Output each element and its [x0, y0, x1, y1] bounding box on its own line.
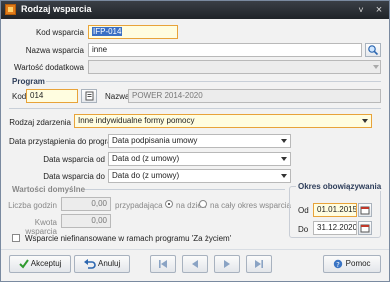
data-wsparcia-od-select[interactable]: Data od (z umowy) [108, 152, 291, 166]
svg-text:?: ? [337, 261, 341, 269]
data-wsparcia-do-select[interactable]: Data do (z umowy) [108, 169, 291, 183]
data-przystapienia-select[interactable]: Data podpisania umowy [108, 134, 291, 148]
close-button[interactable]: × [373, 4, 385, 16]
window-title: Rodzaj wsparcia [21, 4, 92, 14]
program-nazwa-input: POWER 2014-2020 [128, 89, 381, 103]
na-caly-okres-label: na cały okres wsparcia [210, 201, 291, 210]
akceptuj-label: Akceptuj [30, 259, 62, 268]
anuluj-button[interactable]: Anuluj [74, 255, 130, 273]
okres-do-input[interactable]: 31.12.2020 [313, 221, 357, 235]
program-kod-input[interactable]: 014 [26, 89, 78, 103]
okres-od-label: Od [298, 206, 309, 215]
previous-record-button[interactable] [182, 255, 208, 273]
chevron-down-icon [281, 139, 287, 143]
kod-wsparcia-input[interactable]: IFP-014 [88, 25, 178, 39]
data-przystapienia-value: Data podpisania umowy [112, 136, 198, 145]
pomoc-button[interactable]: ? Pomoc [323, 255, 381, 273]
document-icon [85, 91, 94, 101]
data-przystapienia-label: Data przystąpienia do programu [9, 137, 123, 146]
okres-od-input[interactable]: 01.01.2015 [313, 203, 357, 217]
data-wsparcia-do-label: Data wsparcia do [43, 172, 105, 181]
chevron-down-icon [373, 65, 379, 69]
kod-wsparcia-label: Kod wsparcia [35, 28, 84, 37]
bottom-divider [1, 249, 389, 250]
przypadajaca-label: przypadająca [115, 201, 163, 210]
help-icon: ? [334, 259, 343, 269]
data-wsparcia-od-label: Data wsparcia od [43, 155, 105, 164]
liczba-godzin-label: Liczba godzin [8, 201, 57, 210]
okres-group-title: Okres obowiązywania [296, 182, 384, 191]
wartosc-dodatkowa-select[interactable] [88, 60, 381, 74]
zdarzenie-divider [9, 108, 381, 109]
app-icon [5, 4, 16, 15]
program-kod-label: Kod [12, 92, 27, 101]
search-icon [368, 45, 379, 56]
okres-do-calendar-button[interactable] [358, 221, 372, 235]
checkmark-icon [18, 259, 29, 269]
pomoc-label: Pomoc [345, 259, 371, 268]
first-icon [159, 260, 167, 268]
previous-icon [192, 260, 198, 268]
chevron-down-icon [362, 119, 368, 123]
niefinansowane-checkbox[interactable] [12, 234, 20, 242]
rodzaj-zdarzenia-select[interactable]: Inne indywidualne formy pomocy [74, 114, 372, 128]
okres-od-calendar-button[interactable] [358, 203, 372, 217]
domyslne-divider [85, 189, 285, 190]
data-wsparcia-od-value: Data od (z umowy) [112, 154, 180, 163]
nazwa-wsparcia-label: Nazwa wsparcia [25, 46, 84, 55]
calendar-icon [360, 224, 370, 233]
okres-do-label: Do [298, 225, 309, 234]
search-button[interactable] [365, 43, 381, 57]
nazwa-wsparcia-input[interactable]: inne [88, 43, 362, 57]
kod-wsparcia-value: IFP-014 [92, 27, 123, 36]
next-record-button[interactable] [214, 255, 240, 273]
liczba-godzin-input[interactable]: 0,00 [61, 197, 111, 211]
minimize-button[interactable]: ˅ [355, 4, 367, 16]
wartosc-dodatkowa-label: Wartość dodatkowa [14, 63, 84, 72]
niefinansowane-label: Wsparcie niefinansowane w ramach program… [25, 234, 232, 243]
dialog-window: Rodzaj wsparcia ˅ × Kod wsparcia IFP-014… [0, 0, 390, 282]
program-lookup-button[interactable] [81, 89, 97, 103]
last-record-button[interactable] [246, 255, 272, 273]
program-nazwa-label: Nazwa [105, 92, 130, 101]
na-caly-okres-radio[interactable] [199, 200, 207, 208]
title-bar[interactable]: Rodzaj wsparcia ˅ × [1, 1, 389, 19]
undo-icon [83, 259, 96, 269]
akceptuj-button[interactable]: Akceptuj [9, 255, 71, 273]
program-group-title: Program [12, 77, 45, 86]
calendar-icon [360, 206, 370, 215]
anuluj-label: Anuluj [97, 259, 121, 268]
na-dzien-radio[interactable] [165, 200, 173, 208]
data-wsparcia-do-value: Data do (z umowy) [112, 171, 180, 180]
first-record-button[interactable] [150, 255, 176, 273]
wartosci-domyslne-title: Wartości domyślne [12, 185, 86, 194]
kwota-wsparcia-input[interactable]: 0,00 [61, 214, 111, 228]
rodzaj-zdarzenia-value: Inne indywidualne formy pomocy [78, 116, 195, 125]
program-divider [46, 81, 381, 82]
rodzaj-zdarzenia-label: Rodzaj zdarzenia [9, 118, 71, 127]
chevron-down-icon [281, 174, 287, 178]
chevron-down-icon [281, 157, 287, 161]
next-icon [224, 260, 230, 268]
last-icon [255, 260, 263, 268]
